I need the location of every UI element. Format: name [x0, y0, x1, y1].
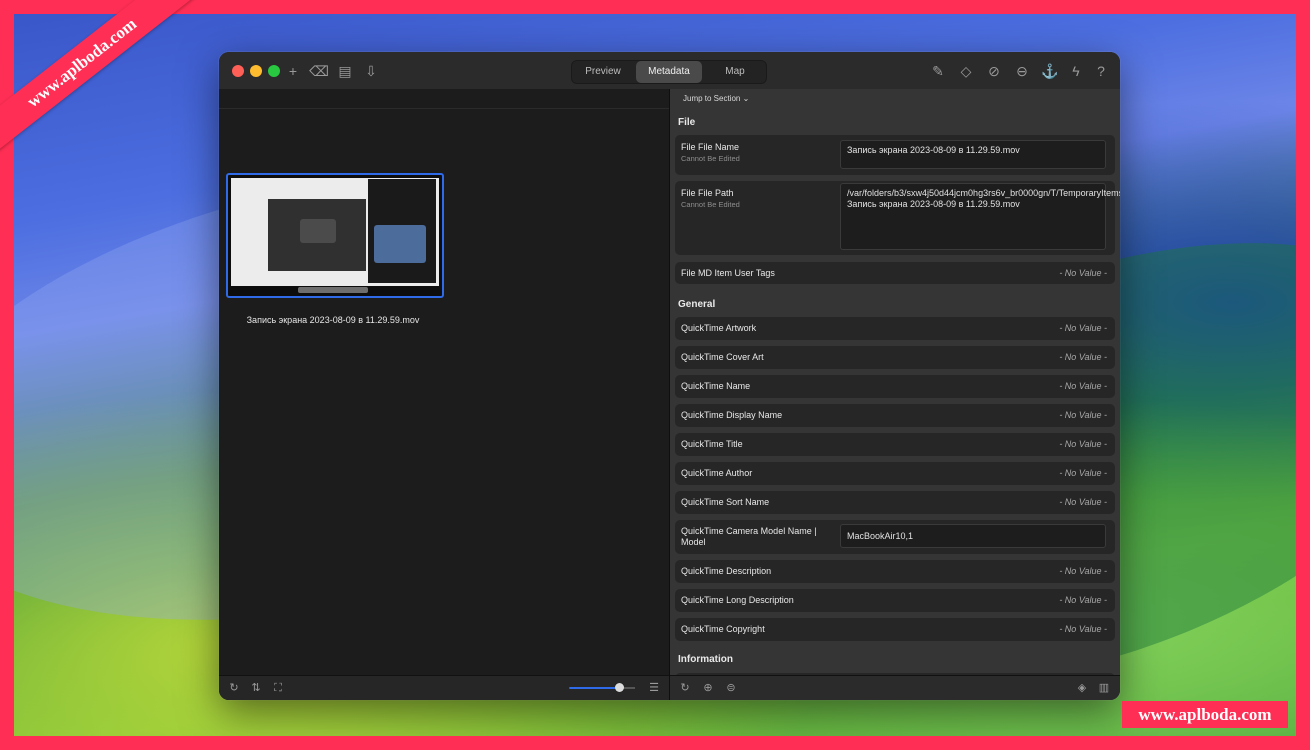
thumbnail-dock — [298, 287, 368, 293]
row-label: QuickTime Long Description — [681, 595, 794, 605]
row-value[interactable]: - No Value - — [1059, 439, 1107, 449]
section-file: File — [678, 117, 696, 128]
zoom-window-button[interactable] — [268, 65, 280, 77]
row-quicktime-camera-model: QuickTime Camera Model Name | Model MacB… — [675, 520, 1115, 554]
file-path-field[interactable]: /var/folders/b3/sxw4j50d44jcm0hg3rs6v_br… — [840, 183, 1120, 250]
watermark-badge: www.aplboda.com — [1122, 701, 1288, 728]
minimize-window-button[interactable] — [250, 65, 262, 77]
row-label: QuickTime Sort Name — [681, 497, 770, 507]
document-icon[interactable]: ▤ — [335, 61, 355, 81]
row-quicktime-sort-name: QuickTime Sort Name - No Value - — [675, 491, 1115, 514]
add-icon[interactable]: + — [283, 61, 303, 81]
row-value[interactable]: - No Value - — [1059, 381, 1107, 391]
row-label: QuickTime Title — [681, 439, 743, 449]
jump-label: Jump to Section — [683, 94, 741, 103]
pane-divider — [219, 108, 669, 109]
row-user-tags: File MD Item User Tags - No Value - — [675, 262, 1115, 284]
zoom-slider-knob[interactable] — [615, 683, 624, 692]
row-quicktime-copyright: QuickTime Copyright - No Value - — [675, 618, 1115, 641]
view-tabs: Preview Metadata Map — [571, 60, 767, 84]
export-icon[interactable]: ⚓ — [1040, 61, 1060, 81]
row-quicktime-author: QuickTime Author - No Value - — [675, 462, 1115, 485]
file-browser-pane: Запись экрана 2023-08-09 в 11.29.59.mov … — [219, 89, 670, 700]
select-icon[interactable]: ⛶ — [270, 680, 286, 696]
file-name-field[interactable]: Запись экрана 2023-08-09 в 11.29.59.mov — [840, 140, 1106, 169]
row-label: File File Name — [681, 142, 740, 152]
edit-icon[interactable]: ✎ — [928, 61, 948, 81]
rotate-icon[interactable]: ↻ — [677, 680, 693, 696]
row-label: QuickTime Description — [681, 566, 772, 576]
app-window: + ⌫ ▤ ⇩ Preview Metadata Map ✎ ◇ ⊘ ⊖ ⚓ ϟ… — [219, 52, 1120, 700]
thumbnail-caption: Запись экрана 2023-08-09 в 11.29.59.mov — [246, 315, 420, 325]
thumbnail-inner-window — [300, 219, 336, 243]
desktop-wallpaper: + ⌫ ▤ ⇩ Preview Metadata Map ✎ ◇ ⊘ ⊖ ⚓ ϟ… — [14, 14, 1296, 736]
metadata-list: File File File Name Cannot Be Edited Зап… — [670, 109, 1120, 676]
row-quicktime-artwork: QuickTime Artwork - No Value - — [675, 317, 1115, 340]
row-value[interactable]: - No Value - — [1059, 268, 1107, 278]
row-label: QuickTime Camera Model Name | Model — [681, 526, 817, 547]
file-thumbnail[interactable] — [226, 173, 444, 298]
row-quicktime-cover-art: QuickTime Cover Art - No Value - — [675, 346, 1115, 369]
tab-metadata[interactable]: Metadata — [636, 61, 702, 83]
row-value[interactable]: - No Value - — [1059, 410, 1107, 420]
rotate-icon[interactable]: ↻ — [226, 680, 242, 696]
row-file-path: File File Path Cannot Be Edited /var/fol… — [675, 181, 1120, 255]
row-label: QuickTime Name — [681, 381, 751, 391]
chevron-down-icon: ⌄ — [742, 94, 750, 103]
row-label: File File Path — [681, 188, 734, 198]
titlebar: + ⌫ ▤ ⇩ Preview Metadata Map ✎ ◇ ⊘ ⊖ ⚓ ϟ… — [219, 52, 1120, 90]
metadata-pane: Jump to Section ⌄ File File File Name Ca… — [670, 89, 1120, 700]
row-file-name: File File Name Cannot Be Edited Запись э… — [675, 135, 1115, 175]
row-label: QuickTime Copyright — [681, 624, 765, 634]
browser-toolbar: ↻ ⇅ ⛶ ☰ — [219, 675, 669, 700]
row-quicktime-display-name: QuickTime Display Name - No Value - — [675, 404, 1115, 427]
jump-to-section-menu[interactable]: Jump to Section ⌄ — [683, 94, 749, 103]
lightning-icon[interactable]: ϟ — [1066, 61, 1086, 81]
tab-preview[interactable]: Preview — [574, 61, 632, 83]
row-quicktime-long-description: QuickTime Long Description - No Value - — [675, 589, 1115, 612]
row-label: File MD Item User Tags — [681, 268, 775, 278]
filter-icon[interactable]: ⊜ — [723, 680, 739, 696]
list-view-icon[interactable]: ☰ — [646, 680, 662, 696]
thumbnail-panel — [374, 225, 426, 263]
zoom-slider-track[interactable] — [569, 687, 619, 689]
metadata-toolbar: ↻ ⊕ ⊜ ◈ ▥ — [670, 675, 1120, 700]
blocked-icon[interactable]: ⊘ — [984, 61, 1004, 81]
help-icon[interactable]: ? — [1091, 61, 1111, 81]
row-value[interactable]: - No Value - — [1059, 595, 1107, 605]
section-general: General — [678, 299, 716, 310]
close-window-button[interactable] — [232, 65, 244, 77]
globe-icon[interactable]: ⊕ — [700, 680, 716, 696]
tag-icon[interactable]: ◈ — [1074, 680, 1090, 696]
row-label: QuickTime Artwork — [681, 323, 757, 333]
row-value[interactable]: - No Value - — [1059, 468, 1107, 478]
sidebar-icon[interactable]: ▥ — [1096, 680, 1112, 696]
row-quicktime-description: QuickTime Description - No Value - — [675, 560, 1115, 583]
row-label: QuickTime Author — [681, 468, 753, 478]
row-sub: Cannot Be Edited — [681, 200, 740, 209]
eraser-icon[interactable]: ◇ — [956, 61, 976, 81]
sort-icon[interactable]: ⇅ — [248, 680, 264, 696]
row-value[interactable]: - No Value - — [1059, 624, 1107, 634]
row-value[interactable]: - No Value - — [1059, 497, 1107, 507]
row-quicktime-title: QuickTime Title - No Value - — [675, 433, 1115, 456]
delete-icon[interactable]: ⌫ — [309, 61, 329, 81]
row-value[interactable]: - No Value - — [1059, 323, 1107, 333]
row-sub: Cannot Be Edited — [681, 154, 740, 163]
row-label: QuickTime Display Name — [681, 410, 783, 420]
row-value[interactable]: - No Value - — [1059, 352, 1107, 362]
tab-map[interactable]: Map — [706, 61, 764, 83]
section-information: Information — [678, 654, 733, 665]
import-icon[interactable]: ⇩ — [361, 61, 381, 81]
row-label: QuickTime Cover Art — [681, 352, 764, 362]
row-value[interactable]: - No Value - — [1059, 566, 1107, 576]
camera-model-field[interactable]: MacBookAir10,1 — [840, 524, 1106, 548]
row-quicktime-name: QuickTime Name - No Value - — [675, 375, 1115, 398]
more-icon[interactable]: ⊖ — [1012, 61, 1032, 81]
